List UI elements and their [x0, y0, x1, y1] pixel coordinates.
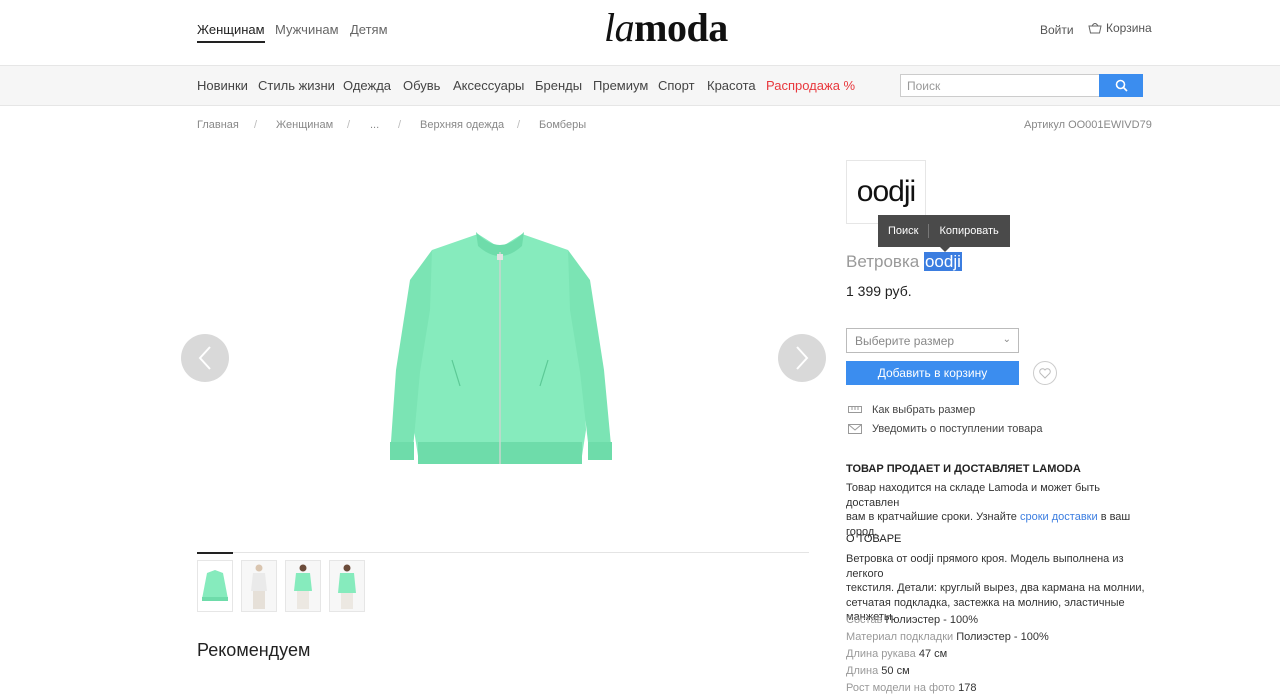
nav-item-clothing[interactable]: Одежда [343, 78, 391, 93]
gender-tab-men[interactable]: Мужчинам [275, 22, 339, 37]
thumbnail-3[interactable] [285, 560, 321, 612]
logo-part-rest: moda [634, 5, 728, 50]
delivery-text: Товар находится на складе Lamoda и может… [846, 481, 1146, 539]
gender-tab-women[interactable]: Женщинам [197, 22, 265, 43]
page: Женщинам Мужчинам Детям lamoda Войти Кор… [0, 0, 1280, 696]
delivery-text-part: вам в кратчайшие сроки. Узнайте [846, 511, 1017, 523]
description-line: сетчатая подкладка, застежка на молнию, … [846, 596, 1125, 609]
category-nav: Новинки Стиль жизни Одежда Обувь Аксессу… [0, 66, 1280, 106]
heart-icon [1039, 367, 1051, 379]
breadcrumb-separator: / [517, 119, 521, 131]
size-guide-link[interactable]: Как выбрать размер [848, 404, 975, 416]
product-main-image[interactable] [360, 160, 640, 550]
envelope-icon [848, 424, 862, 434]
attr-key: Длина [846, 665, 879, 677]
favorite-button[interactable] [1033, 361, 1057, 385]
ruler-icon [848, 406, 862, 413]
attr-sleeve-length: Длина рукава 47 см [846, 648, 947, 660]
active-thumbnail-indicator [197, 552, 233, 554]
about-heading: О ТОВАРЕ [846, 533, 902, 545]
attr-key: Состав [846, 614, 883, 626]
chevron-left-icon [198, 346, 211, 370]
notify-label: Уведомить о поступлении товара [872, 423, 1043, 435]
description-line: текстиля. Детали: круглый вырез, два кар… [846, 582, 1145, 594]
breadcrumb-outerwear[interactable]: Верхняя одежда [420, 119, 504, 131]
attr-key: Длина рукава [846, 648, 916, 660]
breadcrumb-separator: / [398, 119, 402, 131]
nav-item-sale[interactable]: Распродажа % [766, 78, 855, 93]
thumbnail-divider [197, 552, 809, 553]
chevron-right-icon [796, 346, 809, 370]
breadcrumb-ellipsis[interactable]: ... [370, 119, 379, 131]
nav-item-new[interactable]: Новинки [197, 78, 248, 93]
attr-key: Рост модели на фото [846, 682, 956, 694]
context-copy-button[interactable]: Копировать [929, 225, 1008, 237]
size-guide-label: Как выбрать размер [872, 404, 976, 416]
search-button[interactable] [1099, 74, 1143, 97]
cart-label: Корзина [1106, 21, 1152, 35]
product-title-brand-selected[interactable]: oodji [923, 252, 962, 271]
recommend-heading: Рекомендуем [197, 640, 311, 660]
attr-value: Полиэстер - 100% [885, 614, 979, 626]
context-search-button[interactable]: Поиск [878, 225, 928, 237]
nav-item-beauty[interactable]: Красота [707, 78, 756, 93]
delivery-terms-link[interactable]: сроки доставки [1020, 511, 1098, 523]
brand-logo-text: oodji [856, 175, 916, 208]
product-price: 1 399 руб. [846, 283, 912, 299]
search-icon [1115, 79, 1128, 92]
gender-tab-kids[interactable]: Детям [350, 22, 388, 37]
attr-length: Длина 50 см [846, 665, 910, 677]
thumbnail-1[interactable] [197, 560, 233, 612]
jacket-illustration [390, 232, 612, 464]
nav-item-premium[interactable]: Премиум [593, 78, 648, 93]
cart-link[interactable]: Корзина [1088, 21, 1152, 35]
attr-composition: Состав Полиэстер - 100% [846, 614, 978, 626]
login-link[interactable]: Войти [1040, 23, 1074, 37]
thumbnail-model-light [251, 564, 267, 609]
chevron-down-icon: ⌄ [1002, 334, 1011, 345]
size-select-placeholder: Выберите размер [855, 334, 955, 348]
lamoda-logo[interactable]: lamoda [604, 4, 728, 51]
thumbnail-2[interactable] [241, 560, 277, 612]
breadcrumb-women[interactable]: Женщинам [276, 119, 333, 131]
thumbnail-model-green [294, 564, 312, 609]
nav-item-brands[interactable]: Бренды [535, 78, 582, 93]
breadcrumb-home[interactable]: Главная [197, 119, 239, 131]
logo-part-italic: la [604, 5, 635, 50]
add-to-cart-button[interactable]: Добавить в корзину [846, 361, 1019, 385]
article-number: Артикул OO001EWIVD79 [1024, 119, 1152, 131]
thumbnail-model-back [338, 564, 356, 609]
attr-value: 47 см [918, 648, 948, 660]
cart-icon [1088, 23, 1102, 34]
nav-item-accessories[interactable]: Аксессуары [453, 78, 524, 93]
nav-item-sport[interactable]: Спорт [658, 78, 695, 93]
product-title-type: Ветровка [846, 252, 920, 271]
attr-value: 178 [958, 682, 977, 694]
thumbnail-4[interactable] [329, 560, 365, 612]
breadcrumb-bombers[interactable]: Бомберы [539, 119, 586, 131]
breadcrumb-separator: / [254, 119, 258, 131]
delivery-text-line: Товар находится на складе Lamoda и может… [846, 482, 1100, 509]
product-title: Ветровка oodji [846, 252, 962, 272]
notify-link[interactable]: Уведомить о поступлении товара [848, 423, 1042, 435]
nav-item-shoes[interactable]: Обувь [403, 78, 440, 93]
attr-model-height: Рост модели на фото 178 [846, 682, 976, 694]
description-line: Ветровка от oodji прямого кроя. Модель в… [846, 553, 1124, 580]
attr-lining: Материал подкладки Полиэстер - 100% [846, 631, 1049, 643]
top-header: Женщинам Мужчинам Детям lamoda Войти Кор… [0, 0, 1280, 66]
attr-key: Материал подкладки [846, 631, 954, 643]
text-selection-context-menu: Поиск Копировать [878, 215, 1010, 247]
size-select[interactable]: Выберите размер ⌄ [846, 328, 1019, 353]
attr-value: 50 см [881, 665, 910, 677]
thumbnail-jacket-front [202, 570, 228, 601]
nav-item-lifestyle[interactable]: Стиль жизни [258, 78, 335, 93]
attr-value: Полиэстер - 100% [956, 631, 1049, 643]
gallery-next-button[interactable] [778, 334, 826, 382]
search-input[interactable] [900, 74, 1100, 97]
delivery-heading: ТОВАР ПРОДАЕТ И ДОСТАВЛЯЕТ LAMODA [846, 463, 1081, 475]
gallery-prev-button[interactable] [181, 334, 229, 382]
breadcrumb-separator: / [347, 119, 351, 131]
